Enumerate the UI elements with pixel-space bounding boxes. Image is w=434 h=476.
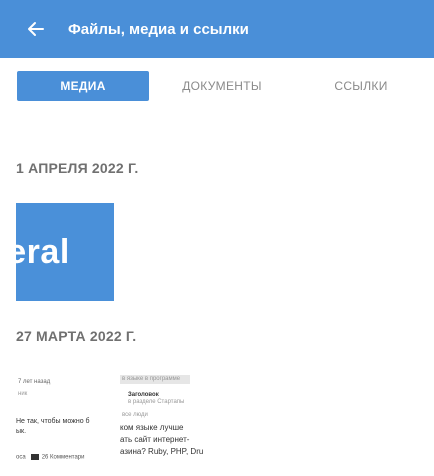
thumb-line: ык.	[16, 428, 27, 435]
thumb-header: в языке в программе	[122, 376, 181, 382]
tab-bar: МЕДИА ДОКУМЕНТЫ ССЫЛКИ	[0, 58, 434, 120]
thumb-line: Не так, чтобы можно б	[16, 418, 90, 425]
app-bar: Файлы, медиа и ссылки	[0, 0, 434, 58]
section-date: 27 МАРТА 2022 Г.	[16, 328, 137, 344]
tab-documents[interactable]: ДОКУМЕНТЫ	[162, 71, 282, 101]
arrow-left-icon	[28, 22, 44, 36]
thumb-meta: 7 лет назад	[18, 379, 51, 385]
tab-links[interactable]: ССЫЛКИ	[310, 71, 412, 101]
back-button[interactable]	[18, 11, 54, 47]
thumb-sub: все люди	[122, 412, 148, 418]
thumb-sub: ник	[18, 391, 28, 397]
media-thumbnail[interactable]: neral	[16, 203, 114, 301]
thumb-line: ать сайт интернет-	[120, 435, 190, 444]
thumb-line: азина? Ruby, PHP, Dru	[120, 447, 204, 456]
comment-icon	[30, 454, 39, 460]
tab-media[interactable]: МЕДИА	[17, 71, 149, 101]
thumb-footer: оса 26 Комментари	[16, 454, 85, 461]
thumb-meta: в разделе Стартапы	[128, 399, 185, 405]
media-thumbnail[interactable]: 7 лет назад ник Не так, чтобы можно б ык…	[16, 370, 226, 470]
page-title: Файлы, медиа и ссылки	[68, 20, 249, 38]
section-date: 1 АПРЕЛЯ 2022 Г.	[16, 160, 139, 176]
thumb-line: ком языке лучше	[120, 423, 184, 432]
thumbnail-text: neral	[16, 232, 70, 271]
